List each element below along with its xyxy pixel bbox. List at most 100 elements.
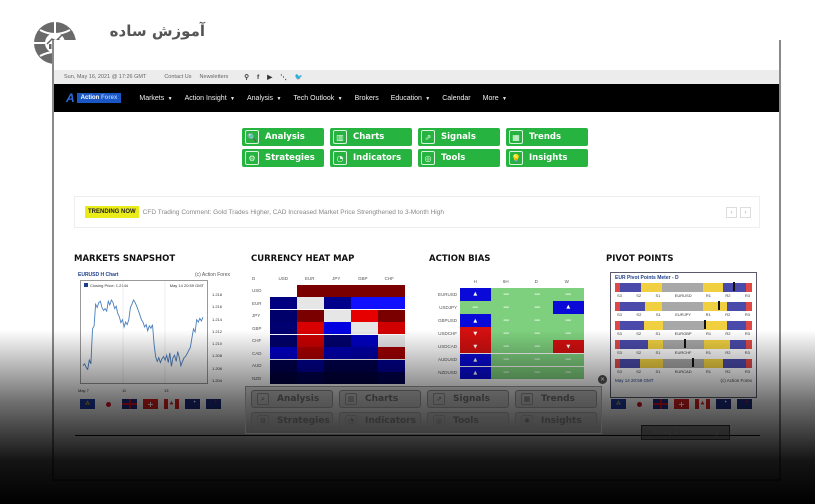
contact-us-link[interactable]: Contact Us — [164, 74, 191, 80]
heatmap-cell[interactable] — [378, 372, 405, 384]
heatmap-cell[interactable] — [378, 297, 405, 309]
flag-nz-icon[interactable]: ✦ — [737, 399, 752, 409]
flag-gb-icon[interactable] — [122, 399, 137, 409]
bias-pair-label[interactable]: USDCHF — [430, 331, 460, 336]
heatmap-cell[interactable] — [270, 297, 297, 309]
twitter-icon[interactable]: 🐦 — [295, 73, 303, 81]
signals-button[interactable]: ⇗ Signals — [418, 128, 500, 146]
heatmap-cell[interactable] — [270, 372, 297, 384]
flag-ca-icon[interactable]: ♣ — [164, 399, 179, 409]
heatmap-cell[interactable] — [297, 309, 324, 322]
float-charts-button[interactable]: ▥ Charts — [339, 390, 421, 408]
bias-pair-label[interactable]: GBPUSD — [430, 318, 460, 323]
nav-tech-outlook[interactable]: Tech Outlook ▼ — [293, 95, 342, 102]
heatmap-cell[interactable] — [351, 284, 378, 297]
heatmap-cell[interactable] — [378, 347, 405, 359]
heatmap-cell[interactable] — [351, 322, 378, 334]
heatmap-cell[interactable] — [351, 309, 378, 322]
float-tools-button[interactable]: ◎ Tools — [427, 411, 509, 430]
heatmap-cell[interactable] — [324, 284, 351, 297]
pivot-points-meter[interactable]: EUR Pivot Points Meter - D S3 S2 S1 EURUSD R… — [610, 272, 757, 398]
insights-button[interactable]: 💡 Insights — [506, 149, 588, 167]
charts-button[interactable]: ▥ Charts — [330, 128, 412, 146]
heatmap-cell[interactable] — [297, 359, 324, 372]
flag-au-icon[interactable]: ✦ — [185, 399, 200, 409]
nav-analysis[interactable]: Analysis ▼ — [247, 95, 281, 102]
bias-pair-label[interactable]: USDCAD — [430, 344, 460, 349]
heatmap-cell[interactable] — [378, 309, 405, 322]
heatmap-cell[interactable] — [270, 359, 297, 372]
flag-ca-icon[interactable]: ♣ — [695, 399, 710, 409]
youtube-icon[interactable]: ▶ — [267, 73, 272, 81]
rss-icon[interactable]: ⋱ — [280, 73, 287, 81]
heatmap-cell[interactable] — [351, 347, 378, 359]
nav-education[interactable]: Education ▼ — [391, 95, 430, 102]
trending-next-button[interactable]: › — [740, 207, 751, 218]
heatmap-cell[interactable] — [297, 322, 324, 334]
heatmap-cell[interactable] — [297, 347, 324, 359]
heatmap-cell[interactable] — [324, 372, 351, 384]
analysis-button[interactable]: 🔍 Analysis — [242, 128, 324, 146]
close-icon[interactable]: × — [598, 375, 607, 384]
tools-button[interactable]: ◎ Tools — [418, 149, 500, 167]
bias-pair-label[interactable]: USDJPY — [430, 305, 460, 310]
flag-eu-icon[interactable]: ⁂ — [80, 399, 95, 409]
trending-prev-button[interactable]: ‹ — [726, 207, 737, 218]
heatmap-cell[interactable] — [378, 322, 405, 334]
heatmap-cell[interactable] — [324, 297, 351, 309]
heatmap-cell[interactable] — [378, 334, 405, 347]
strategies-button[interactable]: ⚙ Strategies — [242, 149, 324, 167]
nav-brokers[interactable]: Brokers — [355, 95, 379, 102]
eurusd-chart[interactable]: EURUSD H Chart (c) Action Forex Closing … — [78, 272, 230, 394]
trends-button[interactable]: ▦ Trends — [506, 128, 588, 146]
heatmap-cell[interactable] — [324, 322, 351, 334]
heatmap-cell[interactable] — [297, 284, 324, 297]
heatmap-cell[interactable] — [378, 284, 405, 297]
heatmap-cell[interactable] — [270, 347, 297, 359]
heatmap-cell[interactable] — [351, 334, 378, 347]
heatmap-cell[interactable] — [351, 359, 378, 372]
float-signals-button[interactable]: ⇗ Signals — [427, 390, 509, 408]
float-strategies-button[interactable]: ⚙ Strategies — [251, 411, 333, 430]
float-trends-button[interactable]: ▦ Trends — [515, 390, 597, 408]
heatmap-cell[interactable] — [270, 309, 297, 322]
heatmap-cell[interactable] — [297, 297, 324, 309]
indicators-button[interactable]: ◔ Indicators — [330, 149, 412, 167]
flag-ch-icon[interactable]: + — [674, 399, 689, 409]
flag-eu-icon[interactable]: ⁂ — [611, 399, 626, 409]
bias-pair-label[interactable]: NZDUSD — [430, 370, 460, 375]
float-insights-button[interactable]: ✺ Insights — [515, 411, 597, 430]
heatmap-cell[interactable] — [297, 334, 324, 347]
bias-pair-label[interactable]: EURUSD — [430, 292, 460, 297]
newsletters-link[interactable]: Newsletters — [200, 74, 229, 80]
flag-au-icon[interactable]: ✦ — [716, 399, 731, 409]
heatmap-cell[interactable] — [378, 359, 405, 372]
facebook-icon[interactable]: f — [257, 74, 259, 81]
heatmap-cell[interactable] — [324, 309, 351, 322]
bias-pair-label[interactable]: AUDUSD — [430, 357, 460, 362]
heatmap-cell[interactable] — [324, 359, 351, 372]
brand-logo[interactable]: A Action Forex — [66, 91, 122, 105]
nav-calendar[interactable]: Calendar — [442, 95, 470, 102]
flag-ch-icon[interactable]: + — [143, 399, 158, 409]
search-icon[interactable]: ⚲ — [244, 73, 249, 81]
heatmap-cell[interactable] — [324, 347, 351, 359]
flag-jp-icon[interactable] — [101, 399, 116, 409]
heatmap-cell[interactable] — [270, 322, 297, 334]
nav-markets[interactable]: Markets ▼ — [139, 95, 172, 102]
heatmap-cell[interactable] — [351, 372, 378, 384]
flag-jp-icon[interactable] — [632, 399, 647, 409]
heatmap-cell[interactable] — [297, 372, 324, 384]
heatmap-cell[interactable] — [270, 334, 297, 347]
heatmap-cell[interactable] — [270, 284, 297, 297]
heatmap-cell[interactable] — [324, 334, 351, 347]
float-indicators-button[interactable]: ◔ Indicators — [339, 411, 421, 430]
trending-headline[interactable]: CFD Trading Comment: Gold Trades Higher,… — [143, 209, 444, 216]
heatmap-cell[interactable] — [351, 297, 378, 309]
privacy-policy-button[interactable]: Privacy & Cookies Policy — [641, 425, 730, 440]
nav-action-insight[interactable]: Action Insight ▼ — [185, 95, 235, 102]
nav-more[interactable]: More ▼ — [483, 95, 507, 102]
float-analysis-button[interactable]: ⌕ Analysis — [251, 390, 333, 408]
flag-nz-icon[interactable]: ✦ — [206, 399, 221, 409]
flag-gb-icon[interactable] — [653, 399, 668, 409]
